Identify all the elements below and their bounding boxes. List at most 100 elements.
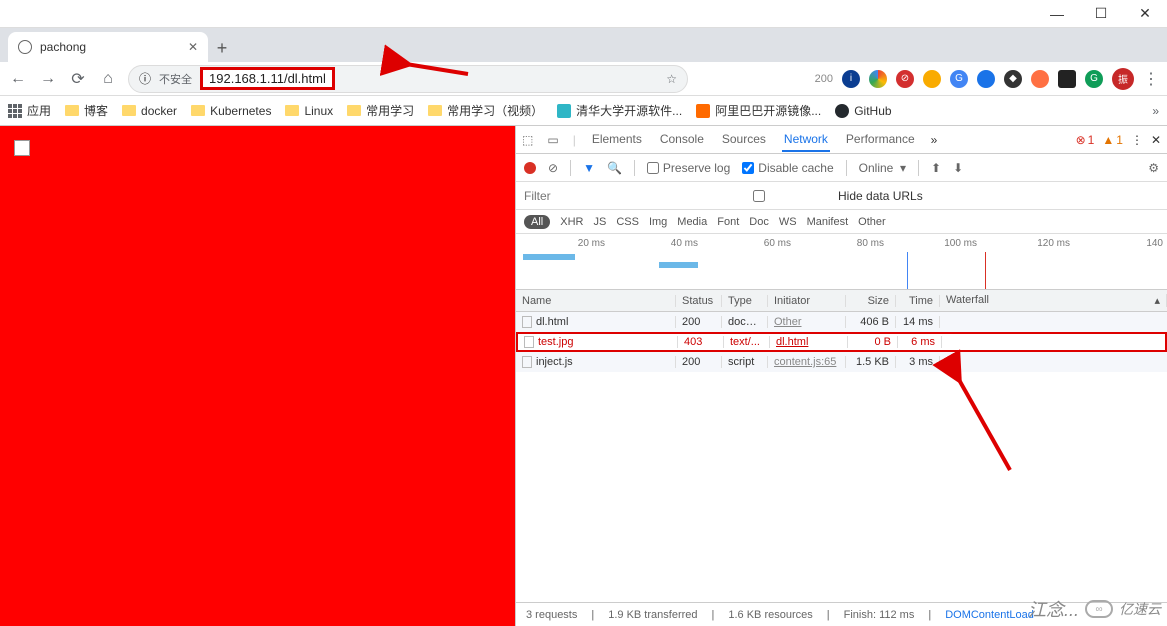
home-button[interactable]: ⌂ bbox=[98, 70, 118, 88]
settings-gear-icon[interactable]: ⚙ bbox=[1148, 161, 1159, 175]
type-js[interactable]: JS bbox=[593, 216, 606, 228]
forward-button[interactable]: → bbox=[38, 70, 58, 88]
col-status[interactable]: Status bbox=[676, 295, 722, 307]
translate-icon[interactable]: G bbox=[950, 70, 968, 88]
ext-icon-2[interactable] bbox=[869, 70, 887, 88]
profile-avatar[interactable]: 振 bbox=[1112, 68, 1134, 90]
col-name[interactable]: Name bbox=[516, 295, 676, 307]
disable-cache-checkbox[interactable]: Disable cache bbox=[742, 161, 833, 175]
bookmark-link[interactable]: GitHub bbox=[835, 102, 891, 119]
filter-input[interactable] bbox=[524, 189, 674, 203]
upload-icon[interactable]: ⬆ bbox=[931, 161, 941, 175]
browser-tab[interactable]: pachong ✕ bbox=[8, 32, 208, 62]
menu-icon[interactable]: ⋮ bbox=[1143, 69, 1159, 89]
type-all[interactable]: All bbox=[524, 215, 550, 229]
filter-icon[interactable]: ▼ bbox=[583, 161, 595, 175]
throttle-select[interactable]: Online ▾ bbox=[859, 161, 906, 175]
more-tabs-icon[interactable]: » bbox=[931, 133, 938, 147]
bookmark-folder[interactable]: 常用学习 bbox=[347, 102, 414, 119]
record-button[interactable] bbox=[524, 162, 536, 174]
type-font[interactable]: Font bbox=[717, 216, 739, 228]
insecure-label: 不安全 bbox=[159, 71, 192, 87]
address-bar[interactable]: ⓘ 不安全 192.168.1.11/dl.html ☆ bbox=[128, 65, 688, 93]
bookmark-label: 常用学习（视频） bbox=[447, 102, 543, 119]
watermark: 江念... ∞ 亿速云 bbox=[1028, 596, 1161, 622]
folder-icon bbox=[122, 105, 136, 116]
adblock-icon[interactable]: ⊘ bbox=[896, 70, 914, 88]
globe-icon bbox=[18, 40, 32, 54]
type-doc[interactable]: Doc bbox=[749, 216, 769, 228]
network-row[interactable]: dl.html200docu...Other406 B14 ms bbox=[516, 312, 1167, 332]
extensions-row: 200 i ⊘ G ◆ G 振 ⋮ bbox=[815, 68, 1159, 90]
network-row[interactable]: inject.js200scriptcontent.js:651.5 KB3 m… bbox=[516, 352, 1167, 372]
bookmark-link[interactable]: 清华大学开源软件... bbox=[557, 102, 682, 119]
reload-button[interactable]: ⟳ bbox=[68, 69, 88, 89]
bookmark-folder[interactable]: docker bbox=[122, 102, 177, 119]
bookmark-label: Kubernetes bbox=[210, 104, 271, 118]
error-count[interactable]: ⊗1 bbox=[1076, 133, 1095, 147]
type-manifest[interactable]: Manifest bbox=[807, 216, 849, 228]
bookmark-folder[interactable]: 博客 bbox=[65, 102, 108, 119]
ext-icon-9[interactable] bbox=[1058, 70, 1076, 88]
devtools-menu-icon[interactable]: ⋮ bbox=[1131, 133, 1143, 147]
devtools-tab-console[interactable]: Console bbox=[658, 128, 706, 152]
ext-icon-4[interactable] bbox=[923, 70, 941, 88]
bookmark-label: 清华大学开源软件... bbox=[576, 102, 682, 119]
ext-icon-10[interactable]: G bbox=[1085, 70, 1103, 88]
devtools-panel: ⬚ ▭ | ElementsConsoleSourcesNetworkPerfo… bbox=[515, 126, 1167, 626]
maximize-button[interactable]: ☐ bbox=[1079, 0, 1123, 28]
devtools-tab-elements[interactable]: Elements bbox=[590, 128, 644, 152]
type-css[interactable]: CSS bbox=[616, 216, 639, 228]
bookmarks-overflow-icon[interactable]: » bbox=[1152, 104, 1159, 118]
network-row[interactable]: test.jpg403text/...dl.html0 B6 ms bbox=[516, 332, 1167, 352]
search-icon[interactable]: 🔍 bbox=[607, 161, 622, 175]
type-xhr[interactable]: XHR bbox=[560, 216, 583, 228]
footer-requests: 3 requests bbox=[526, 609, 577, 621]
type-img[interactable]: Img bbox=[649, 216, 667, 228]
footer-resources: 1.6 KB resources bbox=[728, 609, 812, 621]
minimize-button[interactable]: — bbox=[1035, 0, 1079, 28]
clear-icon[interactable]: ⊘ bbox=[548, 161, 558, 175]
toolbar: ← → ⟳ ⌂ ⓘ 不安全 192.168.1.11/dl.html ☆ 200… bbox=[0, 62, 1167, 96]
devtools-tab-network[interactable]: Network bbox=[782, 128, 830, 152]
ext-icon-1[interactable]: i bbox=[842, 70, 860, 88]
bookmark-folder[interactable]: Kubernetes bbox=[191, 102, 271, 119]
favicon-icon bbox=[557, 104, 571, 118]
device-icon[interactable]: ▭ bbox=[547, 133, 558, 147]
file-icon bbox=[522, 316, 532, 328]
inspect-icon[interactable]: ⬚ bbox=[522, 133, 533, 147]
devtools-close-icon[interactable]: ✕ bbox=[1151, 133, 1161, 147]
preserve-log-checkbox[interactable]: Preserve log bbox=[647, 161, 730, 175]
ext-icon-7[interactable]: ◆ bbox=[1004, 70, 1022, 88]
back-button[interactable]: ← bbox=[8, 70, 28, 88]
bookmark-link[interactable]: 阿里巴巴开源镜像... bbox=[696, 102, 821, 119]
new-tab-button[interactable]: + bbox=[208, 34, 236, 62]
footer-dcl: DOMContentLoad bbox=[945, 609, 1034, 621]
col-waterfall[interactable]: Waterfall▴ bbox=[940, 294, 1167, 307]
download-icon[interactable]: ⬇ bbox=[953, 161, 963, 175]
col-size[interactable]: Size bbox=[846, 295, 896, 307]
type-other[interactable]: Other bbox=[858, 216, 886, 228]
apps-button[interactable]: 应用 bbox=[8, 102, 51, 119]
close-window-button[interactable]: ✕ bbox=[1123, 0, 1167, 28]
type-ws[interactable]: WS bbox=[779, 216, 797, 228]
devtools-tab-performance[interactable]: Performance bbox=[844, 128, 917, 152]
type-media[interactable]: Media bbox=[677, 216, 707, 228]
ext-icon-8[interactable] bbox=[1031, 70, 1049, 88]
devtools-tab-sources[interactable]: Sources bbox=[720, 128, 768, 152]
close-tab-icon[interactable]: ✕ bbox=[188, 40, 198, 54]
hide-urls-checkbox[interactable]: Hide data URLs bbox=[684, 189, 923, 203]
col-type[interactable]: Type bbox=[722, 295, 768, 307]
col-time[interactable]: Time bbox=[896, 295, 940, 307]
footer-transferred: 1.9 KB transferred bbox=[608, 609, 697, 621]
col-initiator[interactable]: Initiator bbox=[768, 295, 846, 307]
bookmark-label: 博客 bbox=[84, 102, 108, 119]
bookmark-star-icon[interactable]: ☆ bbox=[666, 72, 677, 86]
timeline-overview[interactable]: 20 ms40 ms60 ms80 ms100 ms120 ms140 bbox=[516, 234, 1167, 290]
bookmark-folder[interactable]: 常用学习（视频） bbox=[428, 102, 543, 119]
network-table-header: Name Status Type Initiator Size Time Wat… bbox=[516, 290, 1167, 312]
warning-count[interactable]: ▲1 bbox=[1102, 133, 1123, 147]
ext-icon-6[interactable] bbox=[977, 70, 995, 88]
bookmark-folder[interactable]: Linux bbox=[285, 102, 333, 119]
favicon-icon bbox=[696, 104, 710, 118]
